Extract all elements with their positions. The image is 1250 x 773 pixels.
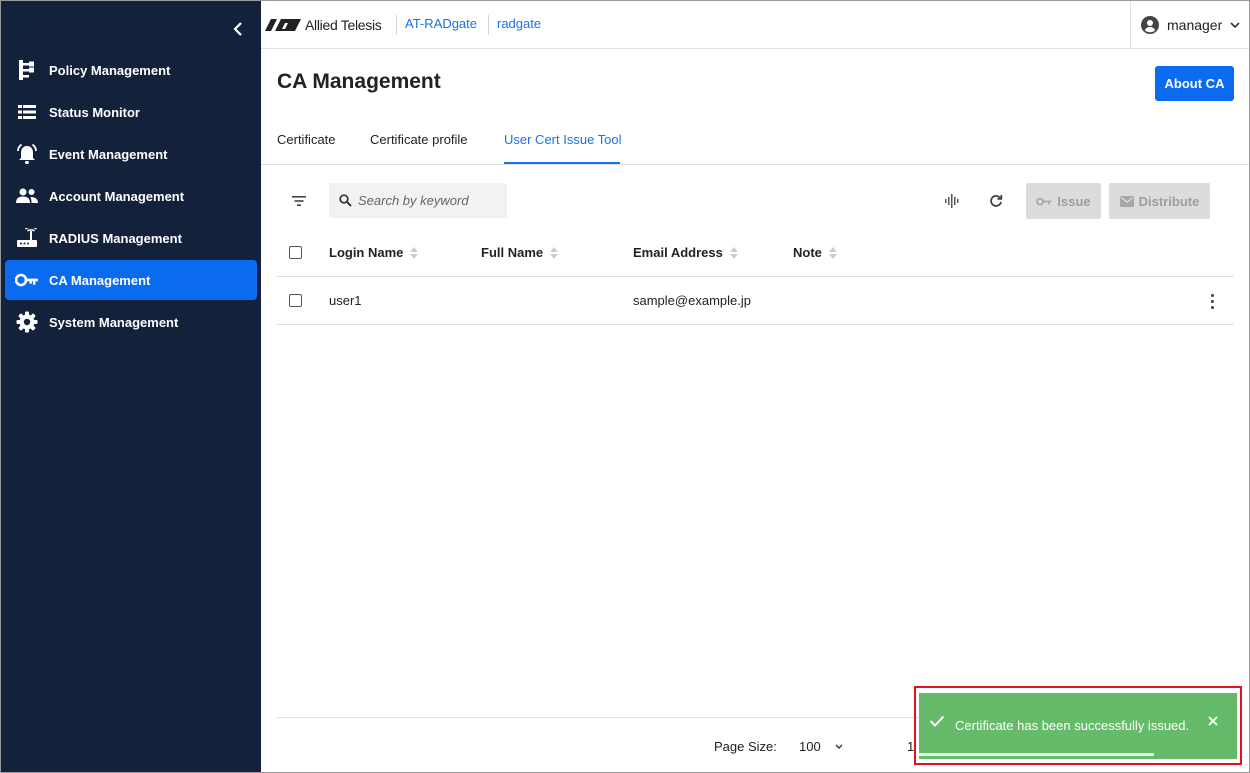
top-header: Allied Telesis AT-RADgate radgate manage… [261,1,1249,49]
filter-icon [292,196,306,206]
allied-telesis-logo[interactable]: Allied Telesis [265,15,382,35]
column-label: Full Name [481,245,544,260]
column-header-full-name[interactable]: Full Name [481,245,559,260]
logo-mark-icon [265,19,301,31]
column-label: Email Address [633,245,723,260]
tab-certificate-profile[interactable]: Certificate profile [370,132,468,147]
sort-icon [729,246,739,260]
product-link[interactable]: AT-RADgate [405,16,477,31]
active-tab-indicator [504,162,620,164]
sort-icon [409,246,419,260]
cell-login-name: user1 [329,293,362,308]
sidebar-item-event-management[interactable]: Event Management [5,134,257,174]
close-toast-button[interactable] [1205,713,1221,729]
sidebar-item-label: Policy Management [49,62,171,78]
chevron-left-icon [233,22,242,36]
distribute-label: Distribute [1138,193,1200,209]
key-icon [5,260,49,300]
sidebar-item-label: CA Management [49,272,151,288]
logo-text: Allied Telesis [305,17,382,33]
sidebar-item-ca-management[interactable]: CA Management [5,260,257,300]
sidebar-nav: Policy Management Status Monitor Event M… [5,50,257,344]
cell-email-address: sample@example.jp [633,293,751,308]
row-checkbox[interactable] [289,294,302,307]
page-title: CA Management [277,70,441,93]
about-ca-button[interactable]: About CA [1155,66,1234,101]
sort-icon [549,246,559,260]
refresh-button[interactable] [984,189,1008,213]
alarm-icon [5,134,49,174]
search-box[interactable] [329,183,507,218]
sidebar: Policy Management Status Monitor Event M… [1,1,261,772]
account-circle-icon [1141,16,1159,34]
column-header-login-name[interactable]: Login Name [329,245,419,260]
sidebar-item-label: Event Management [49,146,168,162]
toast-progress-bar [919,753,1155,756]
close-icon [1208,716,1218,726]
key-icon [1036,197,1052,205]
sidebar-item-system-management[interactable]: System Management [5,302,257,342]
sidebar-item-label: Status Monitor [49,104,140,120]
success-toast: Certificate has been successfully issued… [919,693,1237,759]
list-icon [5,92,49,132]
column-width-button[interactable] [940,189,964,213]
gear-icon [5,302,49,342]
search-icon [339,194,352,207]
table-header: Login Name Full Name Email Address Note [277,229,1234,277]
row-menu-button[interactable] [1205,291,1219,311]
chevron-down-icon [1230,21,1240,28]
policy-tree-icon [5,50,49,90]
check-icon [929,715,945,727]
collapse-sidebar-button[interactable] [227,17,249,41]
refresh-icon [990,195,1003,207]
sidebar-item-account-management[interactable]: Account Management [5,176,257,216]
more-vert-icon [1210,293,1214,297]
router-icon [5,218,49,258]
filter-button[interactable] [287,189,311,213]
sidebar-item-status-monitor[interactable]: Status Monitor [5,92,257,132]
column-label: Note [793,245,822,260]
page-size-select[interactable]: 100 [799,739,843,754]
host-link[interactable]: radgate [497,16,541,31]
issue-label: Issue [1057,193,1091,209]
distribute-button[interactable]: Distribute [1109,183,1210,219]
search-input[interactable] [358,193,498,208]
page-size-label: Page Size: [714,739,777,754]
tab-bar: Certificate Certificate profile User Cer… [261,118,1249,165]
sidebar-item-label: Account Management [49,188,185,204]
username: manager [1167,17,1223,33]
mail-icon [1119,195,1134,207]
sidebar-item-radius-management[interactable]: RADIUS Management [5,218,257,258]
sidebar-item-label: System Management [49,314,179,330]
sort-icon [828,246,838,260]
column-label: Login Name [329,245,404,260]
tab-user-cert-issue-tool[interactable]: User Cert Issue Tool [504,132,622,147]
column-header-email-address[interactable]: Email Address [633,245,739,260]
people-icon [5,176,49,216]
tab-certificate[interactable]: Certificate [277,132,336,147]
waveform-icon [945,194,959,208]
issue-button[interactable]: Issue [1026,183,1101,219]
user-menu[interactable]: manager [1130,1,1249,49]
column-header-note[interactable]: Note [793,245,838,260]
header-divider [488,15,489,35]
select-all-checkbox[interactable] [289,246,302,259]
header-divider [396,15,397,35]
table-row[interactable]: user1 sample@example.jp [277,277,1234,325]
chevron-down-icon [835,744,843,749]
sidebar-item-label: RADIUS Management [49,230,182,246]
sidebar-item-policy-management[interactable]: Policy Management [5,50,257,90]
toast-message: Certificate has been successfully issued… [955,718,1190,733]
page-size-value: 100 [799,739,821,754]
